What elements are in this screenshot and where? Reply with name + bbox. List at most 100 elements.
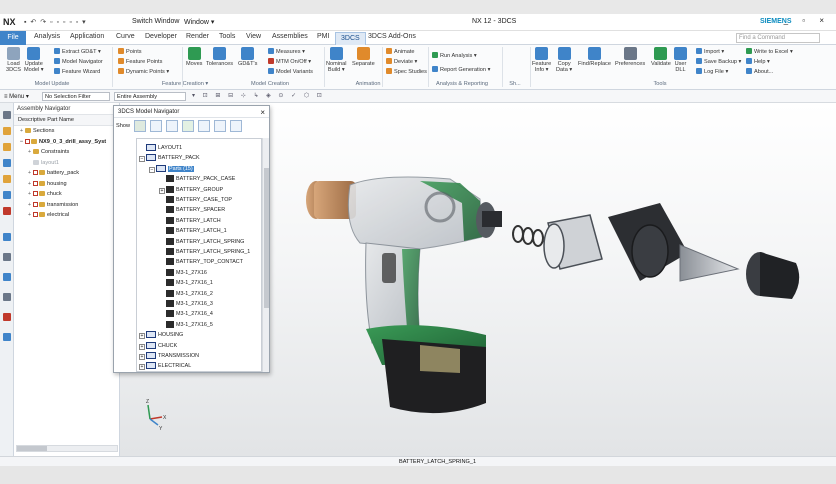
expand-toggle-icon[interactable]: + [139, 354, 145, 360]
window-controls[interactable]: _ ▫ × [784, 16, 830, 25]
part-navigator-icon[interactable] [3, 159, 11, 167]
assembly-tree-row[interactable]: + electrical [14, 210, 119, 221]
roles-icon[interactable] [3, 293, 11, 301]
show-all-icon[interactable] [230, 120, 242, 132]
model-tree-node[interactable]: + BATTERY_GROUP [159, 185, 223, 194]
descriptive-part-name-column[interactable]: Descriptive Part Name [14, 115, 119, 126]
ribbon-moves-button[interactable]: Moves [186, 47, 202, 67]
ribbon-update-button[interactable]: Update Model ▾ [24, 47, 44, 73]
model-tree-node[interactable]: BATTERY_LATCH_SPRING_1 [159, 248, 250, 255]
show-moves-icon[interactable] [166, 120, 178, 132]
visibility-checkbox[interactable] [33, 180, 38, 186]
expand-toggle-icon[interactable]: + [26, 200, 33, 210]
model-tree-node[interactable]: BATTERY_CASE_TOP [159, 196, 232, 203]
expand-toggle-icon[interactable]: + [26, 189, 33, 199]
ribbon-model-variants-button[interactable]: Model Variants [268, 68, 313, 75]
assembly-tree-row[interactable]: + battery_pack [14, 168, 119, 179]
ribbon-load-button[interactable]: Load 3DCS [6, 47, 21, 73]
assembly-tree-row[interactable]: + housing [14, 179, 119, 190]
model-tree-node[interactable]: M3-1_27X16_1 [159, 279, 213, 287]
ribbon-tolerances-button[interactable]: Tolerances [206, 47, 233, 67]
selection-filter-dropdown[interactable]: No Selection Filter [42, 92, 110, 101]
ribbon-preferences-button[interactable]: Preferences [615, 47, 645, 67]
find-command-input[interactable]: Find a Command [736, 33, 820, 43]
model-tree-node[interactable]: BATTERY_PACK_CASE [159, 175, 235, 183]
model-tree-node[interactable]: BATTERY_LATCH_SPRING [159, 237, 244, 245]
ribbon-run-analysis-button[interactable]: Run Analysis ▾ [432, 52, 477, 59]
show-measures-icon[interactable] [198, 120, 210, 132]
ribbon-user-button[interactable]: User DLL [674, 47, 687, 73]
model-navigator-dialog[interactable]: 3DCS Model Navigator × Show LAYOUT1− BATT… [113, 105, 270, 373]
tab-assemblies[interactable]: Assemblies [272, 33, 308, 40]
tab-3dcs[interactable]: 3DCS [335, 32, 366, 45]
expand-toggle-icon[interactable]: + [26, 210, 33, 220]
reuse-library-icon[interactable] [3, 175, 11, 183]
expand-toggle-icon[interactable]: + [26, 179, 33, 189]
web-browser-icon[interactable] [3, 207, 11, 215]
model-tree-node[interactable]: BATTERY_SPACER [159, 206, 225, 214]
assembly-tree-row[interactable]: − NX9_0_3_drill_assy_Syst [14, 137, 119, 148]
ribbon-save-backup-button[interactable]: Save Backup ▾ [696, 58, 741, 65]
ribbon-feature-points-button[interactable]: Feature Points [118, 58, 162, 65]
expand-toggle-icon[interactable]: + [26, 147, 33, 157]
visibility-checkbox[interactable] [33, 201, 38, 207]
model-tree-node[interactable]: BATTERY_LATCH [159, 216, 221, 224]
ribbon-separate-button[interactable]: Separate [352, 47, 375, 67]
expand-toggle-icon[interactable]: + [18, 126, 25, 136]
ribbon-gd-t-s-button[interactable]: GD&T's [238, 47, 257, 67]
expand-toggle-icon[interactable]: − [18, 137, 25, 147]
model-tree-node[interactable]: M3-1_27X16_4 [159, 310, 213, 318]
ribbon-dynamic-points-button[interactable]: Dynamic Points ▾ [118, 68, 169, 75]
quick-access-toolbar[interactable]: ▪ ↶ ↷ ▫ ▫ ▫ ▫ ▫ ▾ [24, 18, 87, 26]
ribbon-about-button[interactable]: About... [746, 68, 773, 75]
ribbon-spec-studies-button[interactable]: Spec Studies [386, 68, 427, 75]
model-tree-node[interactable]: − Parts (15) [149, 164, 194, 173]
model-tree-node[interactable]: + HOUSING [139, 331, 183, 340]
ribbon-find-replace-button[interactable]: Find/Replace [578, 47, 611, 67]
tab-analysis[interactable]: Analysis [34, 33, 60, 40]
assembly-navigator-icon[interactable] [3, 127, 11, 135]
expand-toggle-icon[interactable]: − [149, 166, 155, 173]
show-parts-icon[interactable] [134, 120, 146, 132]
system-scenes-icon[interactable] [3, 313, 11, 321]
assembly-tree-row[interactable]: + Sections [14, 126, 119, 137]
tab-view[interactable]: View [246, 33, 261, 40]
model-tree-node[interactable]: BATTERY_LATCH_1 [159, 227, 227, 235]
assembly-tree-row[interactable]: + transmission [14, 200, 119, 211]
info-icon[interactable] [3, 191, 11, 199]
ribbon-measures-button[interactable]: Measures ▾ [268, 48, 305, 55]
show-tolerances-icon[interactable] [182, 120, 194, 132]
expand-toggle-icon[interactable]: + [139, 333, 145, 340]
model-tree-node[interactable]: BATTERY_TOP_CONTACT [159, 258, 243, 266]
visibility-checkbox[interactable] [33, 170, 38, 175]
ribbon-feature-wizard-button[interactable]: Feature Wizard [54, 68, 100, 75]
tab-developer[interactable]: Developer [145, 33, 177, 40]
tab-3dcs-add-ons[interactable]: 3DCS Add-Ons [368, 33, 416, 40]
model-tree-node[interactable]: M3-1_27X16 [159, 268, 207, 276]
visibility-checkbox[interactable] [33, 212, 38, 217]
assembly-tree-row[interactable]: layout1 [14, 158, 119, 169]
expand-toggle-icon[interactable]: + [139, 343, 145, 350]
ribbon-points-button[interactable]: Points [118, 48, 142, 55]
model-tree-node[interactable]: + CHUCK [139, 341, 177, 350]
process-studio-icon[interactable] [3, 273, 11, 281]
ribbon-import-button[interactable]: Import ▾ [696, 48, 724, 55]
ribbon-write-to-excel-button[interactable]: Write to Excel ▾ [746, 48, 793, 55]
tab-application[interactable]: Application [70, 33, 104, 40]
ribbon-extract-gd-t-button[interactable]: Extract GD&T ▾ [54, 48, 101, 55]
history-icon[interactable] [3, 233, 11, 241]
assembly-tree-row[interactable]: + chuck [14, 189, 119, 200]
ribbon-mtm-on-off-button[interactable]: MTM On/Off ▾ [268, 58, 311, 65]
ribbon-copy-button[interactable]: Copy Data ▾ [556, 47, 572, 73]
ribbon-help-button[interactable]: Help ▾ [746, 58, 770, 65]
visibility-checkbox[interactable] [33, 191, 38, 196]
ribbon-model-navigator-button[interactable]: Model Navigator [54, 58, 103, 65]
ribbon-animate-button[interactable]: Animate [386, 48, 415, 55]
visibility-checkbox[interactable] [25, 138, 30, 144]
switch-window-button[interactable]: Switch Window [132, 18, 179, 25]
model-tree-node[interactable]: − BATTERY_PACK [139, 154, 200, 163]
tab-curve[interactable]: Curve [116, 33, 135, 40]
model-tree-node[interactable]: M3-1_27X16_5 [159, 320, 213, 328]
model-tree-node[interactable]: M3-1_27X16_3 [159, 300, 213, 307]
model-tree-node[interactable]: + TRANSMISSION [139, 352, 199, 360]
